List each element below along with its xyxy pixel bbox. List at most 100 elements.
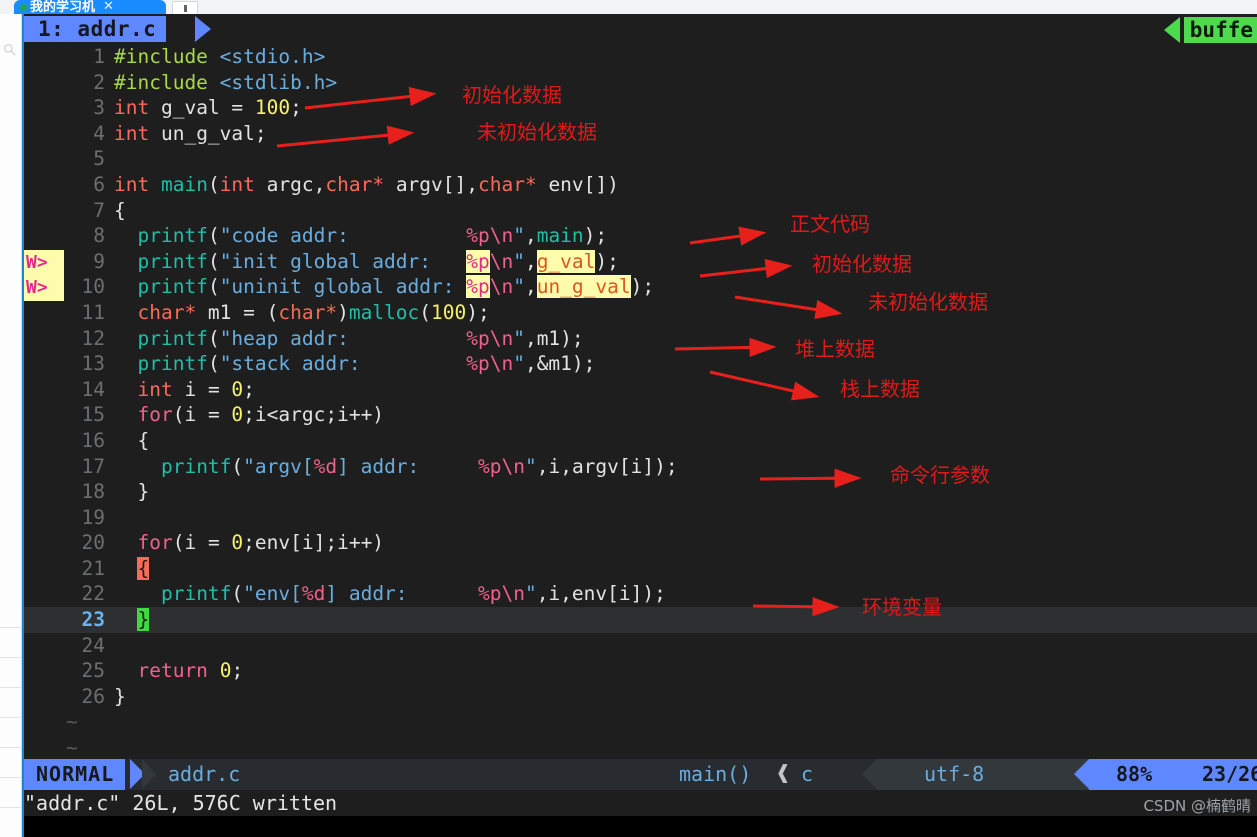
code-line[interactable]: 21 {	[24, 556, 1257, 582]
code-token: int	[114, 96, 150, 120]
line-number: 19	[81, 505, 105, 529]
code-line[interactable]: 11 char* m1 = (char*)malloc(100);	[24, 300, 1257, 326]
code-line[interactable]: 14 int i = 0;	[24, 377, 1257, 403]
empty-line-marker: ~	[24, 735, 1257, 761]
code-token: char*	[137, 300, 197, 324]
code-token: env[])	[536, 172, 619, 196]
line-number: 8	[93, 224, 105, 248]
browser-tab[interactable]: 我的学习机 ✕	[14, 0, 166, 14]
line-number: 3	[93, 96, 105, 120]
code-line[interactable]: 24	[24, 633, 1257, 659]
tabline: 1: addr.c buffe	[24, 14, 1257, 44]
code-token: }	[114, 684, 126, 708]
annotation-label-6: 堆上数据	[795, 337, 875, 361]
code-token: printf	[137, 352, 208, 376]
code-line[interactable]: 5	[24, 146, 1257, 172]
code-token: 0	[231, 377, 244, 401]
code-area[interactable]: 1 #include <stdio.h> 2 #include <stdlib.h> 3…	[24, 44, 1257, 774]
statusline: NORMAL addr.c main() ❰ c utf-8 88% 23/26…	[24, 759, 1257, 790]
code-line[interactable]: 16 {	[24, 428, 1257, 454]
code-token: ,i,env[i]);	[536, 582, 666, 606]
code-line[interactable]: W> 10 printf("uninit global addr: %p\n",u…	[24, 274, 1257, 301]
code-token: m1 = (	[196, 300, 279, 324]
code-token: %p	[466, 224, 490, 248]
code-token: un_g_val;	[149, 121, 267, 145]
code-line[interactable]: 15 for(i = 0;i<argc;i++)	[24, 402, 1257, 428]
code-line[interactable]: 25 return 0;	[24, 658, 1257, 684]
code-token: #include	[114, 70, 220, 94]
new-tab-button[interactable]	[172, 1, 198, 14]
code-token: i =	[172, 377, 232, 401]
search-icon	[3, 43, 16, 56]
code-line[interactable]: 18 }	[24, 479, 1257, 505]
line-number: 20	[81, 531, 105, 555]
code-line[interactable]: 2 #include <stdlib.h>	[24, 70, 1257, 96]
code-token: (i =	[172, 403, 232, 427]
code-line[interactable]: 4 int un_g_val;	[24, 121, 1257, 147]
line-number: 5	[93, 147, 105, 171]
code-token: "heap addr:	[219, 326, 467, 350]
code-line[interactable]: 6 int main(int argc,char* argv[],char* en…	[24, 172, 1257, 198]
code-token: ,&m1);	[524, 352, 596, 376]
code-token: (	[207, 172, 220, 196]
line-number: 6	[93, 172, 105, 196]
tab-buffers[interactable]: buffe	[1183, 17, 1257, 43]
code-token: ,	[524, 275, 537, 299]
code-line[interactable]: 1 #include <stdio.h>	[24, 44, 1257, 70]
code-token: argv[],	[384, 172, 478, 196]
window-left-rail	[0, 14, 22, 837]
annotation-label-3: 正文代码	[790, 212, 870, 236]
line-number: 16	[81, 428, 105, 452]
annotation-label-9: 环境变量	[862, 595, 942, 619]
code-token: %d	[301, 582, 326, 606]
code-line[interactable]: 13 printf("stack addr: %p\n",&m1);	[24, 351, 1257, 377]
line-number: 12	[81, 326, 105, 350]
code-token: printf	[137, 249, 208, 273]
annotation-label-1: 初始化数据	[462, 83, 562, 107]
tab-addr-c[interactable]: 1: addr.c	[24, 16, 167, 42]
code-line[interactable]: 17 printf("argv[%d] addr: %p\n",i,argv[i…	[24, 454, 1257, 480]
code-token: (	[207, 275, 220, 299]
watermark: CSDN @楠鹤晴	[1143, 797, 1251, 815]
code-token: );	[583, 224, 608, 248]
code-token: printf	[137, 326, 208, 350]
code-line[interactable]: W> 9 printf("init global addr: %p\n",g_va…	[24, 249, 1257, 276]
code-token: (	[419, 300, 432, 324]
line-number: 4	[93, 121, 105, 145]
code-line[interactable]: 19	[24, 505, 1257, 531]
line-number: 24	[81, 633, 105, 657]
code-token: printf	[160, 582, 232, 606]
code-token: "env[	[243, 582, 302, 606]
code-token: "	[524, 454, 537, 478]
code-line[interactable]: 26}	[24, 684, 1257, 710]
code-line[interactable]: 23 }	[24, 607, 1257, 633]
status-function: main()	[679, 762, 752, 786]
code-line[interactable]: 20 for(i = 0;env[i];i++)	[24, 530, 1257, 556]
line-number: 10	[81, 275, 105, 299]
code-token: #include	[114, 45, 220, 68]
code-token: %p	[478, 454, 502, 478]
code-token: "	[513, 224, 525, 248]
code-token: char*	[278, 300, 338, 324]
close-icon[interactable]: ✕	[103, 0, 114, 12]
code-token: ;env[i];i++)	[243, 531, 385, 555]
code-token: {	[137, 556, 150, 580]
line-number: 22	[81, 582, 105, 606]
code-line[interactable]: 12 printf("heap addr: %p\n",m1);	[24, 326, 1257, 352]
code-token: );	[595, 249, 619, 273]
code-line[interactable]: 3 int g_val = 100;	[24, 95, 1257, 121]
code-token: "	[524, 582, 537, 606]
code-token: int	[137, 377, 173, 401]
code-token: main	[536, 224, 584, 248]
code-line[interactable]: 8 printf("code addr: %p\n",main);	[24, 223, 1257, 249]
code-line[interactable]: 7{	[24, 198, 1257, 224]
line-number: 11	[81, 300, 105, 324]
code-line[interactable]: 22 printf("env[%d] addr: %p\n",i,env[i])…	[24, 581, 1257, 607]
code-token: \n	[489, 326, 514, 350]
